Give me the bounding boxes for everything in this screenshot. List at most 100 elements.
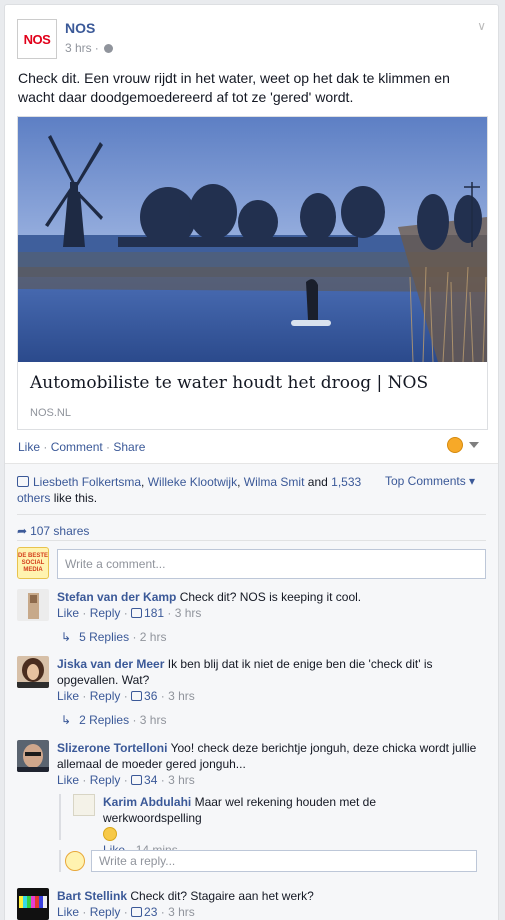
link-preview[interactable]: Automobiliste te water houdt het droog |… [17,116,488,430]
liker-link[interactable]: Willeke Klootwijk [148,475,237,489]
post-options-chevron-icon[interactable]: ∨ [477,19,486,33]
comment-likes[interactable]: 34 [131,773,157,787]
liker-link[interactable]: Wilma Smit [244,475,305,489]
likes-and: and [307,475,328,489]
actions-sep: · [40,440,51,454]
shares-link[interactable]: ➦ 107 shares [17,524,89,538]
reply-avatar[interactable] [73,794,95,816]
commenter-avatar[interactable] [17,589,49,621]
replies-count: 5 Replies [79,630,130,644]
commenter-avatar[interactable] [17,888,49,920]
avatar-image [17,589,49,621]
link-preview-domain: NOS.NL [30,407,71,419]
thumb-icon [131,608,143,618]
comment-body: Jiska van der Meer Ik ben blij dat ik ni… [57,656,477,704]
comment-like-button[interactable]: Like [57,606,79,620]
share-button[interactable]: Share [113,440,145,454]
divider [17,540,486,541]
write-comment-input[interactable]: Write a comment... [57,549,486,579]
others-link[interactable]: others [17,491,50,505]
comment-likes[interactable]: 181 [131,606,164,620]
top-comments-label: Top Comments [385,474,466,488]
link-preview-title[interactable]: Automobiliste te water houdt het droog |… [30,373,428,393]
likes-summary: Liesbeth Folkertsma, Willeke Klootwijk, … [17,475,362,505]
comment-likes-count: 23 [144,905,158,919]
others-count-link[interactable]: 1,533 [331,475,361,489]
like-thumb-icon [17,476,29,487]
comment-meta: Like · Reply · 36 · 3 hrs [57,689,195,703]
shares-count: 107 shares [30,524,90,538]
comment-time[interactable]: 3 hrs [168,689,195,703]
comment-composer: DE BESTE SOCIAL MEDIA Write a comment... [17,547,486,579]
avatar-image [17,888,49,920]
acting-as-page-icon[interactable] [447,437,463,453]
commenter-avatar[interactable] [17,740,49,772]
thumb-icon [131,775,143,785]
logo-text: NOS [23,31,51,47]
comment-meta: Like · Reply · 23 · 3 hrs [57,905,195,919]
comment-reply-button[interactable]: Reply [90,689,121,703]
comment-body: Bart Stellink Check dit? Stagaire aan he… [57,888,477,920]
comment-author[interactable]: Bart Stellink [57,889,127,903]
view-replies-link[interactable]: ↳ 5 Replies · 2 hrs [61,630,166,644]
comment-meta: Like · Reply · 34 · 3 hrs [57,773,195,787]
page-name-link[interactable]: NOS [65,20,95,36]
top-comments-dropdown[interactable]: Top Comments ▾ [385,474,475,488]
comment-likes-count: 34 [144,773,158,787]
replies-count: 2 Replies [79,713,130,727]
comment-author[interactable]: Jiska van der Meer [57,657,164,671]
comment-text: Check dit? Stagaire aan het werk? [130,889,314,903]
comment-like-button[interactable]: Like [57,905,79,919]
comment-reply-button[interactable]: Reply [90,606,121,620]
thumb-icon [131,691,143,701]
comment-like-button[interactable]: Like [57,773,79,787]
comment-time[interactable]: 3 hrs [168,905,195,919]
comment-reply-button[interactable]: Reply [90,905,121,919]
page-logo[interactable]: NOS [17,19,57,59]
like-this-text: like this. [53,491,98,505]
post-text: Check dit. Een vrouw rijdt in het water,… [18,70,450,105]
reply-arrow-icon: ↳ [61,713,72,727]
badge-text: DE BESTE SOCIAL MEDIA [18,552,49,573]
comment-likes[interactable]: 23 [131,905,157,919]
emoji-icon [103,827,117,841]
comment-body: Slizerone Tortelloni Yoo! check deze ber… [57,740,477,788]
chevron-down-icon: ▾ [469,474,476,488]
post-time[interactable]: 3 hrs [65,41,92,55]
comment-body: Stefan van der Kamp Check dit? NOS is ke… [57,589,477,621]
meta-dot: · [94,41,99,55]
comment-time[interactable]: 3 hrs [175,606,202,620]
comment-like-button[interactable]: Like [57,689,79,703]
comment-likes-count: 36 [144,689,158,703]
comment-time[interactable]: 3 hrs [168,773,195,787]
comment-reply-button[interactable]: Reply [90,773,121,787]
reply-composer: Write a reply... [59,850,477,872]
nested-reply: Karim Abdulahi Maar wel rekening houden … [59,794,475,857]
comment-text: Check dit? NOS is keeping it cool. [179,590,362,604]
replies-time: 3 hrs [139,713,167,727]
liker-link[interactable]: Liesbeth Folkertsma [33,475,141,489]
avatar-image [17,740,49,772]
post-meta: 3 hrs · [65,41,113,55]
reply-composer-avatar [65,851,85,871]
composer-avatar: DE BESTE SOCIAL MEDIA [17,547,49,579]
like-button[interactable]: Like [18,440,40,454]
post-card: NOS NOS 3 hrs · ∨ Check dit. Een vrouw r… [4,4,499,920]
commenter-avatar[interactable] [17,656,49,688]
acting-as-dropdown-caret-icon[interactable] [469,442,479,448]
divider [17,514,486,515]
comment-likes[interactable]: 36 [131,689,157,703]
avatar-image [17,656,49,688]
reply-author[interactable]: Karim Abdulahi [103,795,191,809]
post-actions: Like · Comment · Share [18,440,145,454]
view-replies-link[interactable]: ↳ 2 Replies · 3 hrs [61,713,166,727]
actions-sep: · [102,440,114,454]
link-preview-image[interactable] [18,117,487,362]
comment-author[interactable]: Slizerone Tortelloni [57,741,167,755]
write-reply-input[interactable]: Write a reply... [91,850,477,872]
comment-author[interactable]: Stefan van der Kamp [57,590,176,604]
comment-likes-count: 181 [144,606,165,620]
comment-button[interactable]: Comment [51,440,103,454]
comments-section: Liesbeth Folkertsma, Willeke Klootwijk, … [5,463,498,920]
comment-meta: Like · Reply · 181 · 3 hrs [57,606,202,620]
